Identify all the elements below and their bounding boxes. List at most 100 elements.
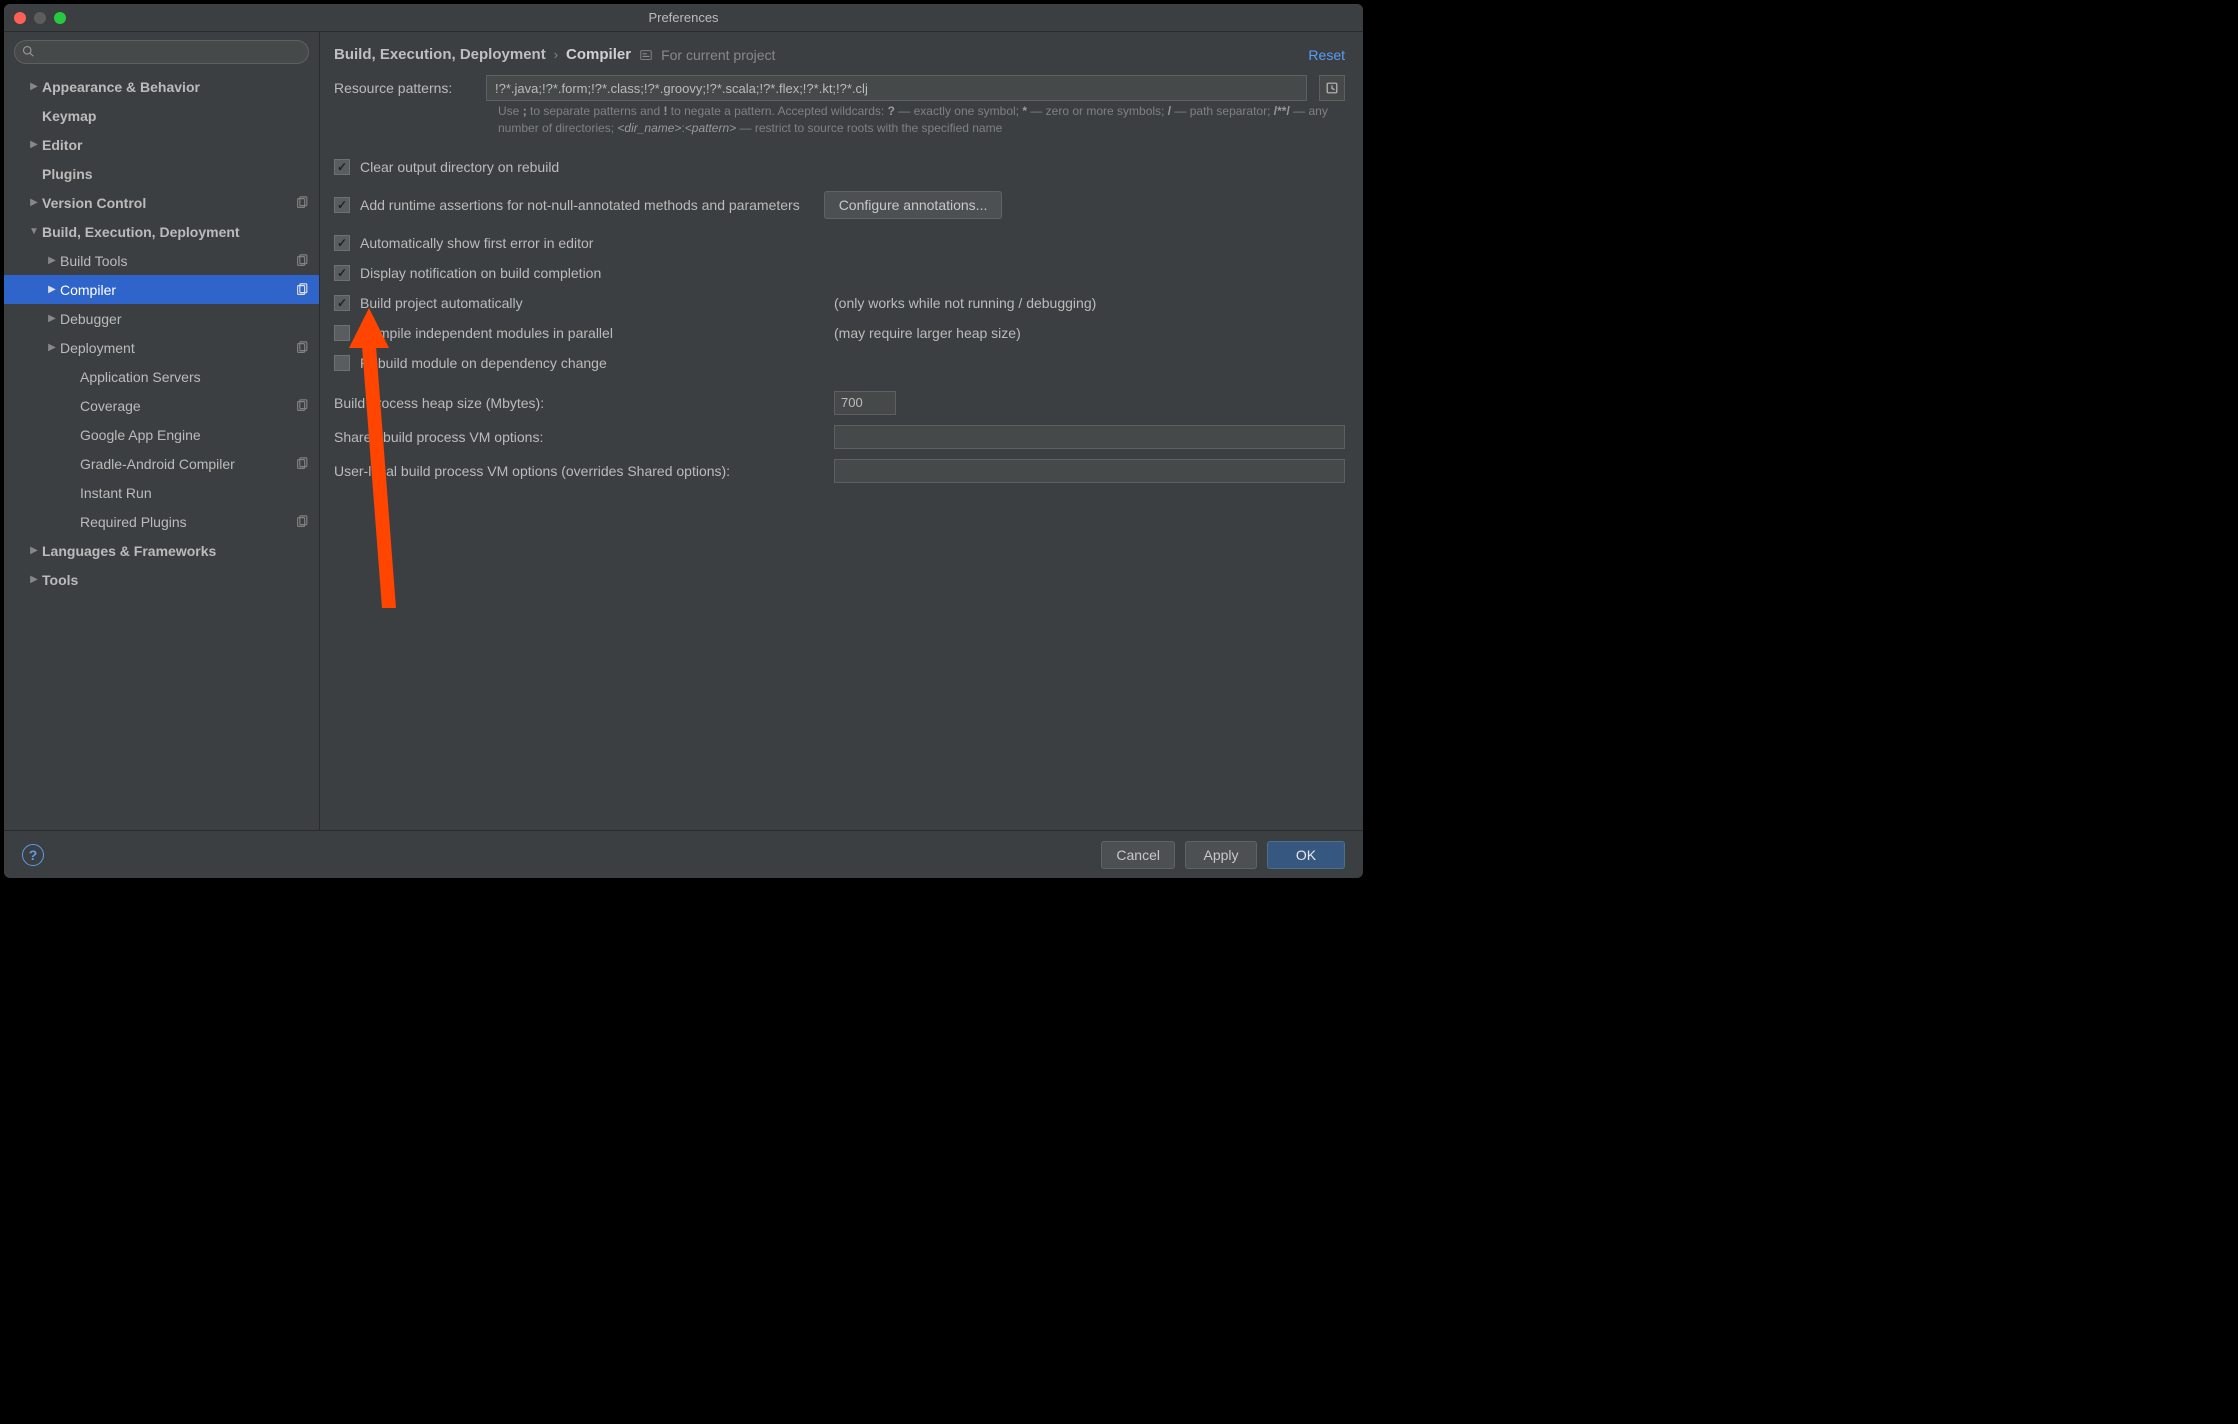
sidebar-item-label: Plugins	[42, 166, 93, 182]
sidebar-item-compiler[interactable]: ▶Compiler	[4, 275, 319, 304]
clear-output-label: Clear output directory on rebuild	[360, 159, 559, 175]
sidebar-item-label: Version Control	[42, 195, 146, 211]
display-notif-checkbox[interactable]	[334, 265, 350, 281]
breadcrumb-sep: ›	[554, 47, 558, 62]
heap-size-input[interactable]	[834, 391, 896, 415]
chevron-right-icon: ▶	[26, 81, 42, 92]
sidebar-item-label: Instant Run	[80, 485, 152, 501]
sidebar-item-coverage[interactable]: Coverage	[4, 391, 319, 420]
shared-vm-row: Shared build process VM options:	[334, 420, 1345, 454]
shared-vm-label: Shared build process VM options:	[334, 429, 824, 445]
sidebar-item-instant-run[interactable]: Instant Run	[4, 478, 319, 507]
rebuild-dep-label: Rebuild module on dependency change	[360, 355, 607, 371]
sidebar: ▶Appearance & BehaviorKeymap▶Editor Plugi…	[4, 32, 320, 830]
sidebar-item-version-control[interactable]: ▶Version Control	[4, 188, 319, 217]
build-auto-checkbox[interactable]	[334, 295, 350, 311]
footer: ? Cancel Apply OK	[4, 830, 1363, 878]
sidebar-item-gradle-android-compiler[interactable]: Gradle-Android Compiler	[4, 449, 319, 478]
sidebar-item-build-execution-deployment[interactable]: ▼Build, Execution, Deployment	[4, 217, 319, 246]
sidebar-item-label: Required Plugins	[80, 514, 187, 530]
body: ▶Appearance & BehaviorKeymap▶Editor Plugi…	[4, 32, 1363, 830]
chevron-right-icon: ▶	[44, 255, 60, 266]
clear-output-row: Clear output directory on rebuild	[334, 152, 1345, 182]
resource-patterns-input[interactable]	[486, 75, 1307, 101]
sidebar-item-label: Deployment	[60, 340, 135, 356]
heap-size-row: Build process heap size (Mbytes):	[334, 386, 1345, 420]
build-auto-note: (only works while not running / debuggin…	[834, 295, 1096, 311]
chevron-right-icon: ▶	[44, 313, 60, 324]
rebuild-dep-row: Rebuild module on dependency change	[334, 348, 1345, 378]
configure-annotations-button[interactable]: Configure annotations...	[824, 191, 1003, 219]
add-runtime-label: Add runtime assertions for not-null-anno…	[360, 197, 800, 213]
sidebar-item-languages-frameworks[interactable]: ▶Languages & Frameworks	[4, 536, 319, 565]
apply-button[interactable]: Apply	[1185, 841, 1257, 869]
resource-patterns-row: Resource patterns:	[334, 75, 1345, 101]
compile-parallel-row: Compile independent modules in parallel …	[334, 318, 1345, 348]
chevron-right-icon: ▶	[26, 197, 42, 208]
preferences-window: Preferences ▶Appearance & BehaviorKeymap…	[4, 4, 1363, 878]
resource-patterns-hint: Use ; to separate patterns and ! to nega…	[334, 103, 1345, 138]
project-scope-icon	[639, 48, 653, 62]
compile-parallel-checkbox[interactable]	[334, 325, 350, 341]
titlebar: Preferences	[4, 4, 1363, 32]
search-wrap	[4, 32, 319, 68]
chevron-right-icon: ▶	[26, 545, 42, 556]
search-input[interactable]	[14, 40, 309, 64]
user-vm-row: User-local build process VM options (ove…	[334, 454, 1345, 488]
user-vm-input[interactable]	[834, 459, 1345, 483]
auto-show-error-label: Automatically show first error in editor	[360, 235, 593, 251]
help-button[interactable]: ?	[22, 844, 44, 866]
heap-size-label: Build process heap size (Mbytes):	[334, 395, 824, 411]
sidebar-item-application-servers[interactable]: Application Servers	[4, 362, 319, 391]
history-icon	[1325, 81, 1339, 95]
shared-vm-input[interactable]	[834, 425, 1345, 449]
add-runtime-row: Add runtime assertions for not-null-anno…	[334, 190, 1345, 220]
project-scope-icon	[295, 515, 309, 529]
sidebar-item-debugger[interactable]: ▶Debugger	[4, 304, 319, 333]
build-auto-row: Build project automatically (only works …	[334, 288, 1345, 318]
display-notif-row: Display notification on build completion	[334, 258, 1345, 288]
sidebar-item-tools[interactable]: ▶Tools	[4, 565, 319, 594]
user-vm-label: User-local build process VM options (ove…	[334, 463, 824, 479]
main-panel: Build, Execution, Deployment › Compiler …	[320, 32, 1363, 830]
sidebar-item-label: Tools	[42, 572, 78, 588]
sidebar-item-label: Build, Execution, Deployment	[42, 224, 240, 240]
breadcrumb-parent[interactable]: Build, Execution, Deployment	[334, 46, 546, 63]
sidebar-item-google-app-engine[interactable]: Google App Engine	[4, 420, 319, 449]
add-runtime-checkbox[interactable]	[334, 197, 350, 213]
rebuild-dep-checkbox[interactable]	[334, 355, 350, 371]
sidebar-item-deployment[interactable]: ▶Deployment	[4, 333, 319, 362]
search-icon	[22, 45, 34, 57]
sidebar-item-label: Languages & Frameworks	[42, 543, 216, 559]
scope-label: For current project	[661, 47, 775, 63]
sidebar-item-label: Compiler	[60, 282, 116, 298]
sidebar-item-required-plugins[interactable]: Required Plugins	[4, 507, 319, 536]
breadcrumb-current: Compiler	[566, 46, 631, 63]
sidebar-item-label: Gradle-Android Compiler	[80, 456, 235, 472]
sidebar-item-plugins[interactable]: Plugins	[4, 159, 319, 188]
sidebar-item-keymap[interactable]: Keymap	[4, 101, 319, 130]
breadcrumb: Build, Execution, Deployment › Compiler …	[334, 46, 1345, 63]
sidebar-item-label: Debugger	[60, 311, 122, 327]
chevron-right-icon: ▶	[44, 284, 60, 295]
project-scope-icon	[295, 196, 309, 210]
ok-button[interactable]: OK	[1267, 841, 1345, 869]
reset-link[interactable]: Reset	[1308, 47, 1345, 63]
auto-show-error-checkbox[interactable]	[334, 235, 350, 251]
sidebar-item-editor[interactable]: ▶Editor	[4, 130, 319, 159]
sidebar-item-build-tools[interactable]: ▶Build Tools	[4, 246, 319, 275]
sidebar-item-label: Build Tools	[60, 253, 127, 269]
form-grid: Build process heap size (Mbytes): Shared…	[334, 386, 1345, 488]
chevron-right-icon: ▶	[26, 574, 42, 585]
history-button[interactable]	[1319, 75, 1345, 101]
cancel-button[interactable]: Cancel	[1101, 841, 1175, 869]
clear-output-checkbox[interactable]	[334, 159, 350, 175]
sidebar-item-label: Coverage	[80, 398, 141, 414]
sidebar-item-appearance-behavior[interactable]: ▶Appearance & Behavior	[4, 72, 319, 101]
chevron-down-icon: ▼	[26, 226, 42, 237]
display-notif-label: Display notification on build completion	[360, 265, 601, 281]
build-auto-label: Build project automatically	[360, 295, 523, 311]
settings-tree: ▶Appearance & BehaviorKeymap▶Editor Plugi…	[4, 68, 319, 594]
compile-parallel-label: Compile independent modules in parallel	[360, 325, 613, 341]
project-scope-icon	[295, 457, 309, 471]
